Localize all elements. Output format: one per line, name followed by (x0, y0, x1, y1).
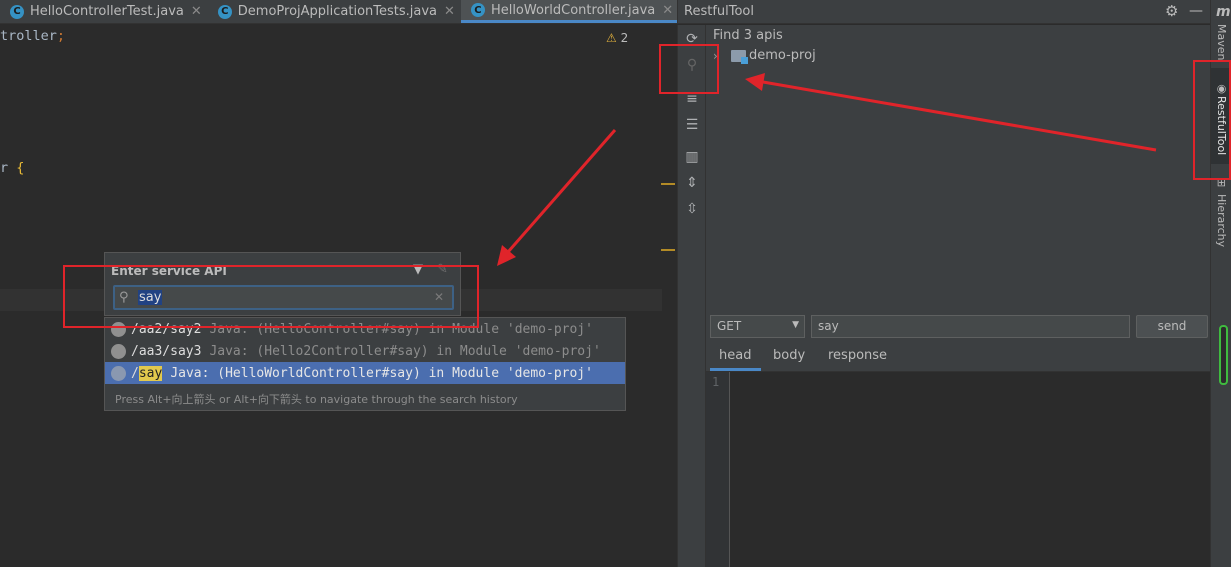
sidebar-item-maven[interactable]: Maven (1215, 24, 1228, 60)
scroll-marker (661, 183, 675, 185)
collapse-all-icon[interactable]: ⇳ (682, 201, 702, 217)
class-icon: C (470, 3, 485, 17)
tab-label: HelloControllerTest.java (30, 4, 184, 19)
close-icon[interactable]: ✕ (191, 4, 202, 19)
annotation-box (1193, 60, 1231, 180)
bars-icon[interactable]: ▥ (682, 149, 702, 165)
toolwindow-title: RestfulTool (684, 4, 754, 19)
code-line: troller; (0, 28, 66, 44)
line-gutter: 1 (706, 372, 730, 567)
tab-hellocontrollertest[interactable]: C HelloControllerTest.java ✕ (0, 0, 208, 23)
list-item-selected[interactable]: /say Java: (HelloWorldController#say) in… (105, 362, 625, 384)
minimize-icon[interactable]: — (1189, 3, 1203, 19)
list-item[interactable]: /aa3/say3 Java: (Hello2Controller#say) i… (105, 340, 625, 362)
close-icon[interactable]: ✕ (662, 3, 673, 18)
gear-icon[interactable]: ⚙ (1165, 2, 1178, 20)
warning-icon: ⚠ (606, 31, 617, 45)
tab-response[interactable]: response (828, 348, 887, 363)
scroll-marker (661, 249, 675, 251)
tab-body[interactable]: body (773, 348, 805, 363)
tab-label: DemoProjApplicationTests.java (237, 4, 438, 19)
request-body-editor[interactable]: 1 (706, 371, 1210, 567)
tab-head[interactable]: head (719, 348, 751, 363)
http-method-select[interactable]: GET ▼ (710, 315, 805, 338)
tab-demoprojapplicationtests[interactable]: C DemoProjApplicationTests.java ✕ (208, 0, 461, 23)
toolwindow-toolbar: ⟳ ⚲ ≡ ☰ ▥ ⇕ ⇳ (677, 25, 706, 567)
send-button[interactable]: send (1136, 315, 1208, 338)
editor-tab-bar: C HelloControllerTest.java ✕ C DemoProjA… (0, 0, 727, 24)
tree-node-demo-proj[interactable]: demo-proj (749, 48, 816, 63)
code-line: r { (0, 160, 25, 176)
scrollbar-thumb[interactable] (1219, 325, 1228, 385)
warning-indicator[interactable]: ⚠ 2 (606, 31, 628, 45)
api-count: Find 3 apis (713, 28, 783, 43)
request-panel: GET ▼ say send head body response 1 (706, 313, 1210, 567)
url-input[interactable]: say (811, 315, 1130, 338)
sidebar-item-hierarchy[interactable]: Hierarchy (1215, 194, 1228, 247)
class-icon: C (217, 4, 232, 19)
api-icon (111, 365, 126, 381)
module-folder-icon (731, 50, 748, 64)
annotation-box (659, 44, 719, 94)
close-icon[interactable]: ✕ (444, 4, 455, 19)
api-icon (111, 343, 126, 359)
navigation-hint: Press Alt+向上箭头 or Alt+向下箭头 to navigate t… (115, 393, 518, 406)
expand-all-icon[interactable]: ⇕ (682, 175, 702, 191)
line-number: 1 (712, 375, 720, 389)
search-results-list: /aa2/say2 Java: (HelloController#say) in… (104, 317, 626, 411)
toolwindow-header: RestfulTool ⚙ — (677, 0, 1210, 24)
tab-label: HelloWorldController.java (490, 2, 656, 18)
settings-sliders-icon[interactable]: ☰ (682, 117, 702, 133)
dropdown-arrow-icon: ▼ (792, 320, 799, 330)
maven-icon: m (1216, 4, 1231, 20)
class-icon: C (10, 4, 24, 19)
tab-helloworldcontroller[interactable]: C HelloWorldController.java ✕ (460, 0, 680, 23)
api-tree: Find 3 apis › demo-proj (706, 25, 1210, 313)
annotation-box (63, 265, 479, 328)
